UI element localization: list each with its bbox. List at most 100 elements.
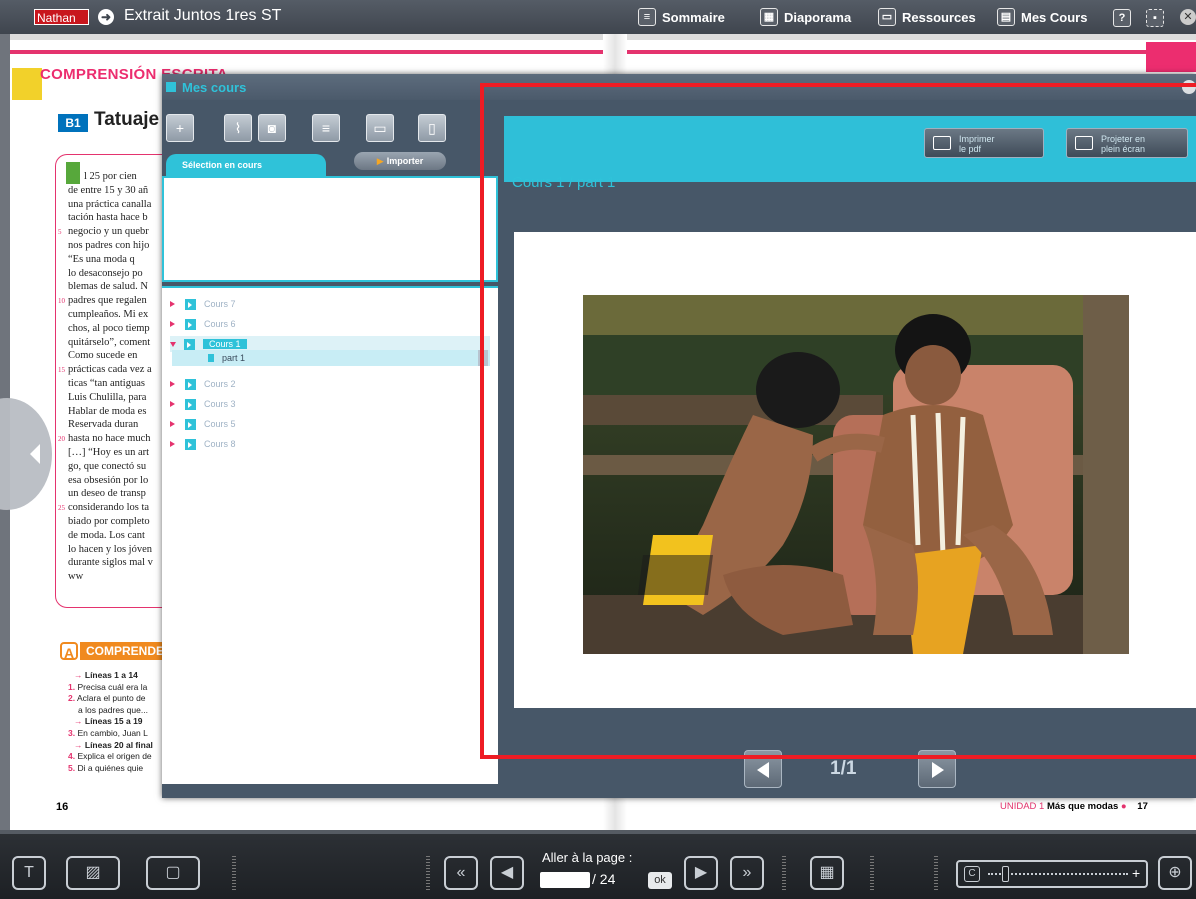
collapsed-arrow-icon[interactable] <box>170 421 175 427</box>
tree-item-label: Cours 6 <box>204 319 236 329</box>
unit-label: UNIDAD 1 <box>1000 801 1045 812</box>
article-line: Hablar de moda es <box>68 405 147 417</box>
toolbar-separator <box>934 856 938 890</box>
close-icon[interactable]: ✕ <box>1180 9 1196 25</box>
course-icon <box>185 418 196 430</box>
article-line: cumpleaños. Mi ex <box>68 309 149 320</box>
article-line: lo hacen y los jóven <box>68 543 152 555</box>
highlight-tool-icon[interactable]: ▨ <box>66 856 120 890</box>
import-icon: ▶ <box>376 156 384 166</box>
expanded-arrow-icon[interactable] <box>170 341 176 347</box>
download-icon[interactable]: ▯ <box>418 114 446 142</box>
article-line: go, que conectó su <box>68 460 147 472</box>
zoom-slider[interactable]: C + <box>956 860 1148 888</box>
tree-item-course[interactable]: Cours 8 <box>170 436 236 452</box>
course-icon <box>185 398 196 410</box>
article-line: chos, al poco tiemp <box>68 322 150 334</box>
settings-icon[interactable]: ≡ <box>312 114 340 142</box>
zoom-in-icon[interactable]: ⊕ <box>1158 856 1192 890</box>
ressources-button[interactable]: ▭ Ressources <box>878 7 976 27</box>
export-icon[interactable]: ▭ <box>366 114 394 142</box>
line-number: 25 <box>58 504 65 513</box>
article-line: […] “Hoy es un art <box>68 447 150 458</box>
collapsed-arrow-icon[interactable] <box>170 381 175 387</box>
mes-cours-button[interactable]: ▤ Mes Cours <box>997 7 1087 27</box>
page-number-right: 17 <box>1137 801 1148 812</box>
line-number: 20 <box>58 435 65 444</box>
article-line: ticas “tan antiguas <box>68 378 145 389</box>
last-page-icon[interactable]: » <box>730 856 764 890</box>
course-icon <box>185 378 196 390</box>
line-number: 15 <box>58 366 65 375</box>
question-item: 3. En cambio, Juan L <box>68 728 148 738</box>
grid-icon: ▦ <box>760 8 778 26</box>
arrow-icon: → <box>74 670 85 680</box>
course-icon <box>185 298 196 310</box>
article-line: quitárselo”, coment <box>68 336 151 348</box>
question-section-label: Líneas 20 al final <box>84 739 153 750</box>
diaporama-button[interactable]: ▦ Diaporama <box>760 7 851 27</box>
question-section-label: Líneas 15 a 19 <box>84 716 143 727</box>
course-icon <box>185 318 196 330</box>
zoom-handle[interactable] <box>1002 866 1009 882</box>
tab-selection-en-cours[interactable]: Sélection en cours <box>166 154 326 176</box>
tree-item-course[interactable]: Cours 7 <box>170 296 236 312</box>
arrow-right-icon[interactable]: ➜ <box>98 9 114 25</box>
question-number: 1. <box>68 681 76 692</box>
question-item: 2. Aclara el punto de <box>68 693 146 703</box>
question-item: 4. Explica el origen de <box>68 751 152 761</box>
collapsed-arrow-icon[interactable] <box>170 301 175 307</box>
line-text: hasta no hace much <box>68 433 151 445</box>
arrow-icon: → <box>74 716 85 727</box>
question-number: 4. <box>68 751 76 762</box>
triangle-right-icon <box>932 762 944 778</box>
article-line: tación hasta hace b <box>68 212 148 224</box>
collapsed-arrow-icon[interactable] <box>170 441 175 447</box>
page-number-input[interactable] <box>540 872 590 888</box>
collapsed-arrow-icon[interactable] <box>170 401 175 407</box>
add-course-icon[interactable]: + <box>166 114 194 142</box>
article-line: blemas de salud. N <box>68 281 148 293</box>
thumbnails-icon[interactable]: ▦ <box>810 856 844 890</box>
article-line: una práctica canalla <box>68 198 152 210</box>
question-text: Precisa cuál era la <box>77 681 148 692</box>
sommaire-button[interactable]: ≡ Sommaire <box>638 7 725 27</box>
app-title: Extrait Juntos 1res ST <box>124 7 282 24</box>
tree-item-part[interactable]: part 1 <box>172 350 490 366</box>
help-icon[interactable]: ? <box>1113 9 1131 27</box>
fullscreen-icon[interactable]: ▪ <box>1146 9 1164 27</box>
import-button[interactable]: ▶ Importer <box>354 152 446 170</box>
previous-page-icon[interactable]: ◀ <box>490 856 524 890</box>
zoom-plus-icon[interactable]: + <box>1132 865 1140 881</box>
tree-item-label: Cours 3 <box>204 399 236 409</box>
tree-item-course[interactable]: Cours 3 <box>170 396 236 412</box>
tree-item-course[interactable]: Cours 2 <box>170 376 236 392</box>
tree-item-label: Cours 2 <box>204 379 236 389</box>
article-line: ww <box>68 571 84 583</box>
camera-icon[interactable]: ◙ <box>258 114 286 142</box>
article-line: durante siglos mal v <box>68 557 153 569</box>
collapsed-arrow-icon[interactable] <box>170 321 175 327</box>
tree-item-label: part 1 <box>222 353 246 363</box>
question-text: a los padres que... <box>78 704 148 715</box>
question-number: 5. <box>68 762 76 773</box>
selection-panel <box>162 176 498 282</box>
tree-item-course[interactable]: Cours 6 <box>170 316 236 332</box>
unit-title: Más que modas <box>1046 801 1119 812</box>
first-page-icon[interactable]: « <box>444 856 478 890</box>
line-number: 5 <box>58 228 62 237</box>
drop-cap <box>66 162 80 184</box>
article-line: Luis Chulilla, para <box>68 391 147 403</box>
tree-item-course[interactable]: Cours 5 <box>170 416 236 432</box>
text-tool-icon[interactable]: T <box>12 856 46 890</box>
question-text: En cambio, Juan L <box>77 728 148 738</box>
toolbar-separator <box>870 856 874 890</box>
shape-tool-icon[interactable]: ▢ <box>146 856 200 890</box>
article-line: lo desaconsejo po <box>68 267 143 279</box>
window-icon <box>166 82 176 92</box>
folder-icon: ▭ <box>878 8 896 26</box>
next-page-icon[interactable]: ▶ <box>684 856 718 890</box>
ok-button[interactable]: ok <box>648 872 672 889</box>
attach-icon[interactable]: ⌇ <box>224 114 252 142</box>
zoom-reset-icon[interactable]: C <box>964 866 980 882</box>
